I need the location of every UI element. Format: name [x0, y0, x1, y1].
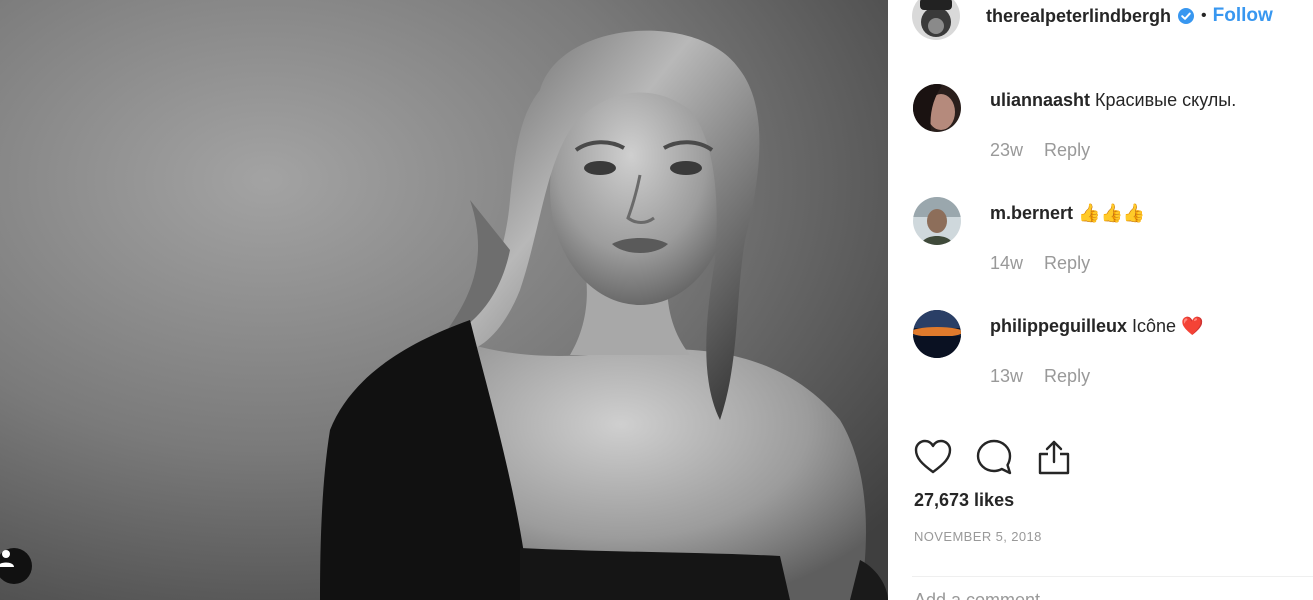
comment-text-line: uliannaasht Красивые скулы.	[990, 90, 1236, 111]
post-actions	[914, 438, 1095, 476]
header-separator: •	[1201, 7, 1207, 24]
share-button[interactable]	[1036, 438, 1072, 476]
comment-username[interactable]: m.bernert	[990, 203, 1073, 223]
commenter-avatar-image	[913, 197, 961, 245]
reply-button[interactable]: Reply	[1044, 253, 1090, 273]
post-header: therealpeterlindbergh • Follow	[912, 0, 1273, 40]
comment-meta: 14w Reply	[990, 253, 1090, 274]
comment-body: 👍👍👍	[1078, 203, 1146, 223]
commenter-avatar-image	[913, 310, 961, 358]
comment-meta: 23w Reply	[990, 140, 1090, 161]
likes-count[interactable]: 27,673 likes	[914, 490, 1014, 511]
post-sidebar: therealpeterlindbergh • Follow uliannaas…	[888, 0, 1313, 600]
comment-time[interactable]: 14w	[990, 253, 1023, 273]
commenter-avatar-image	[913, 84, 961, 132]
reply-button[interactable]: Reply	[1044, 366, 1090, 386]
comment-text-line: m.bernert 👍👍👍	[990, 203, 1145, 224]
owner-avatar-image	[912, 0, 960, 40]
comment-username[interactable]: philippeguilleux	[990, 316, 1127, 336]
comment-body: Красивые скулы.	[1095, 90, 1237, 110]
add-comment-input[interactable]: Add a comment…	[914, 590, 1058, 600]
owner-username[interactable]: therealpeterlindbergh	[986, 6, 1171, 27]
comment-body: Icône ❤️	[1132, 316, 1204, 336]
share-icon	[1038, 440, 1070, 475]
comment-time[interactable]: 13w	[990, 366, 1023, 386]
commenter-avatar[interactable]	[913, 197, 961, 245]
heart-icon	[914, 439, 952, 474]
owner-avatar[interactable]	[912, 0, 960, 40]
follow-button[interactable]: Follow	[1213, 5, 1273, 27]
post-photo[interactable]	[0, 0, 888, 600]
commenter-avatar[interactable]	[913, 310, 961, 358]
person-icon	[0, 550, 14, 567]
like-button[interactable]	[914, 439, 952, 475]
comment-time[interactable]: 23w	[990, 140, 1023, 160]
comment-meta: 13w Reply	[990, 366, 1090, 387]
comment-text-line: philippeguilleux Icône ❤️	[990, 316, 1203, 337]
comment-button[interactable]	[975, 438, 1013, 476]
reply-button[interactable]: Reply	[1044, 140, 1090, 160]
instagram-post: therealpeterlindbergh • Follow uliannaas…	[0, 0, 1313, 600]
commenter-avatar[interactable]	[913, 84, 961, 132]
divider	[912, 576, 1313, 577]
comment-username[interactable]: uliannaasht	[990, 90, 1090, 110]
verified-badge-icon	[1177, 7, 1195, 25]
post-date[interactable]: NOVEMBER 5, 2018	[914, 529, 1042, 544]
speech-bubble-icon	[976, 439, 1012, 475]
portrait-image	[0, 0, 888, 600]
